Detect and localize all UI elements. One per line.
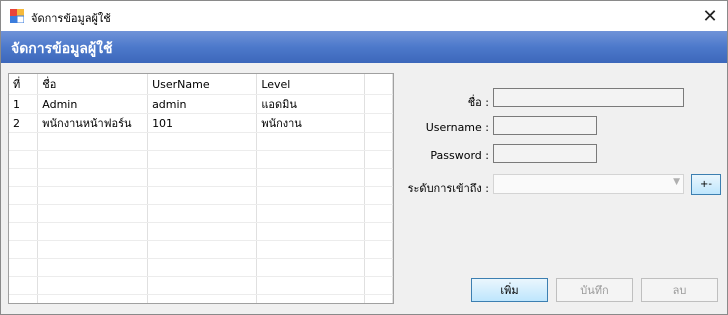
- empty-row: [9, 258, 393, 277]
- window-title: จัดการข้อมูลผู้ใช้: [31, 12, 111, 25]
- chevron-down-icon: ▼: [673, 177, 680, 187]
- access-level-select[interactable]: ▼: [493, 174, 684, 194]
- column-header-level[interactable]: Level: [256, 74, 366, 95]
- empty-row: [9, 150, 393, 169]
- empty-row: [9, 222, 393, 241]
- page-title: จัดการข้อมูลผู้ใช้: [11, 41, 113, 57]
- column-header-spacer: [364, 74, 393, 95]
- name-label: ชื่อ :: [467, 96, 489, 109]
- column-header-username[interactable]: UserName: [147, 74, 258, 95]
- password-field[interactable]: [493, 144, 597, 163]
- table-cell[interactable]: พนักงานหน้าฟอร์น: [37, 113, 149, 133]
- users-grid[interactable]: ที่ ชื่อ UserName Level 1 Admin admin แอ…: [8, 73, 394, 304]
- table-cell[interactable]: พนักงาน: [256, 113, 366, 133]
- empty-row: [9, 168, 393, 187]
- add-button[interactable]: เพิ่ม: [471, 278, 548, 302]
- table-cell[interactable]: Admin: [37, 94, 149, 114]
- empty-row: [9, 240, 393, 259]
- close-button[interactable]: ✕: [693, 1, 727, 31]
- table-cell[interactable]: 2: [9, 113, 39, 133]
- empty-row: [9, 294, 393, 303]
- delete-button[interactable]: ลบ: [641, 278, 718, 302]
- window: จัดการข้อมูลผู้ใช้ ✕ จัดการข้อมูลผู้ใช้ …: [0, 0, 728, 315]
- column-header-no[interactable]: ที่: [9, 74, 39, 95]
- table-row[interactable]: 1 Admin admin แอดมิน: [9, 94, 393, 114]
- table-cell[interactable]: admin: [147, 94, 258, 114]
- close-icon: ✕: [702, 5, 718, 27]
- header-banner: จัดการข้อมูลผู้ใช้: [1, 31, 727, 63]
- manage-access-button[interactable]: +-: [691, 174, 721, 195]
- password-label: Password :: [430, 149, 489, 162]
- table-cell[interactable]: 1: [9, 94, 39, 114]
- table-cell[interactable]: 101: [147, 113, 258, 133]
- grid-header-row: ที่ ชื่อ UserName Level: [9, 74, 393, 95]
- app-form-icon: [10, 9, 24, 23]
- empty-row: [9, 132, 393, 151]
- table-cell[interactable]: แอดมิน: [256, 94, 366, 114]
- empty-row: [9, 186, 393, 205]
- access-level-label: ระดับการเข้าถึง :: [407, 182, 489, 195]
- empty-row: [9, 204, 393, 223]
- table-row[interactable]: 2 พนักงานหน้าฟอร์น 101 พนักงาน: [9, 113, 393, 133]
- column-header-name[interactable]: ชื่อ: [37, 74, 149, 95]
- save-button[interactable]: บันทึก: [556, 278, 633, 302]
- table-cell: [364, 94, 393, 114]
- username-field[interactable]: [493, 116, 597, 135]
- name-field[interactable]: [493, 88, 684, 107]
- username-label: Username :: [425, 121, 489, 134]
- title-bar: จัดการข้อมูลผู้ใช้ ✕: [1, 1, 727, 31]
- table-cell: [364, 113, 393, 133]
- empty-row: [9, 276, 393, 295]
